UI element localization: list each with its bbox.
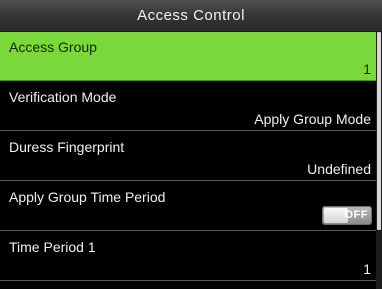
menu-item-time-period-1[interactable]: Time Period 1 1	[0, 232, 376, 281]
title-bar: Access Control	[0, 0, 382, 32]
device-screen: Access Control Access Group 1 Verificati…	[0, 0, 382, 289]
scrollbar-thumb[interactable]	[377, 32, 381, 230]
menu-item-value: Apply Group Mode	[254, 111, 371, 127]
menu-item-value: 1	[363, 61, 371, 77]
settings-list: Access Group 1 Verification Mode Apply G…	[0, 32, 376, 289]
menu-item-duress-fingerprint[interactable]: Duress Fingerprint Undefined	[0, 132, 376, 181]
apply-group-time-period-toggle[interactable]: OFF	[322, 206, 372, 225]
menu-item-verification-mode[interactable]: Verification Mode Apply Group Mode	[0, 82, 376, 131]
menu-item-label: Access Group	[9, 39, 97, 55]
menu-item-value: Undefined	[307, 161, 371, 177]
toggle-state-label: OFF	[344, 209, 368, 221]
menu-item-label: Verification Mode	[9, 89, 117, 105]
menu-item-value: 1	[363, 261, 371, 277]
menu-item-access-group[interactable]: Access Group 1	[0, 32, 376, 81]
menu-item-label: Apply Group Time Period	[9, 189, 166, 205]
menu-item-apply-group-time-period[interactable]: Apply Group Time Period OFF	[0, 182, 376, 231]
page-title: Access Control	[137, 7, 245, 24]
scrollbar[interactable]	[376, 32, 382, 289]
menu-item-label: Time Period 1	[9, 239, 96, 255]
menu-item-label: Duress Fingerprint	[9, 139, 125, 155]
